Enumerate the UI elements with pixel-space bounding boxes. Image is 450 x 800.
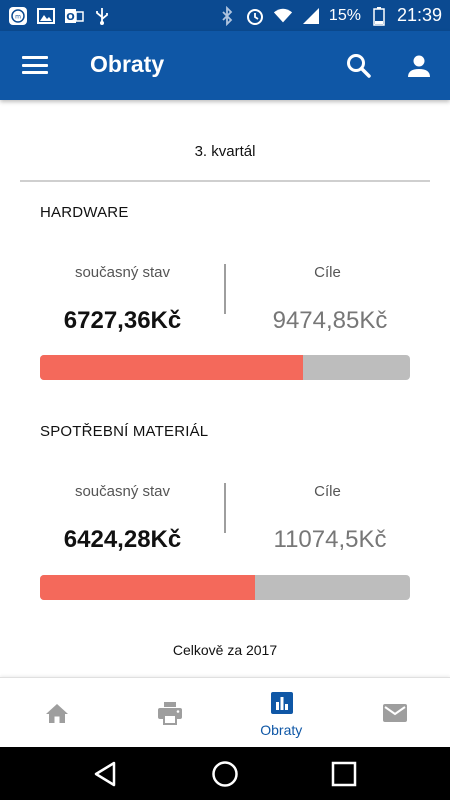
page-title: Obraty xyxy=(90,51,165,77)
outlook-icon: O xyxy=(64,6,84,26)
progress-fill xyxy=(40,355,303,380)
recent-apps-icon[interactable] xyxy=(330,760,358,788)
nav-item-mail[interactable] xyxy=(338,678,450,748)
system-navigation-bar xyxy=(0,747,450,800)
signal-icon xyxy=(301,6,321,26)
search-icon[interactable] xyxy=(344,51,374,81)
nav-label-obraty: Obraty xyxy=(260,722,303,738)
current-label: současný stav xyxy=(74,264,171,281)
battery-percentage: 15% xyxy=(328,6,361,24)
status-right: 15% 21:39 xyxy=(217,5,442,26)
menu-icon[interactable] xyxy=(22,53,48,77)
svg-text:O: O xyxy=(66,12,75,23)
mail-icon xyxy=(382,701,408,725)
status-left: m O xyxy=(8,6,112,26)
status-bar: m O 15% 21:39 xyxy=(0,0,450,31)
wifi-icon xyxy=(273,6,293,26)
gallery-icon xyxy=(36,6,56,26)
battery-icon xyxy=(369,6,389,26)
user-icon[interactable] xyxy=(404,51,434,81)
progress-bar xyxy=(40,355,410,380)
period-label: 3. kvartál xyxy=(194,143,256,160)
bar-chart-icon xyxy=(269,691,295,715)
alarm-icon xyxy=(245,6,265,26)
divider xyxy=(20,180,430,182)
progress-fill xyxy=(40,575,255,600)
nav-item-home[interactable] xyxy=(0,678,113,748)
bluetooth-icon xyxy=(217,5,237,26)
total-label: Celkově za 2017 xyxy=(172,642,278,658)
current-label: současný stav xyxy=(74,483,171,500)
home-button-icon[interactable] xyxy=(211,760,239,788)
home-icon xyxy=(44,701,70,725)
main-content: 3. kvartál HARDWARE současný stav Cíle 6… xyxy=(0,100,450,677)
progress-bar xyxy=(40,575,410,600)
svg-text:m: m xyxy=(15,13,21,20)
printer-icon xyxy=(157,701,183,725)
current-value: 6727,36Kč xyxy=(63,307,182,334)
app-notification-icon: m xyxy=(8,6,28,26)
target-value: 9474,85Kč xyxy=(272,307,388,334)
section-title: SPOTŘEBNÍ MATERIÁL xyxy=(40,423,209,440)
usb-icon xyxy=(92,6,112,26)
nav-item-print[interactable] xyxy=(113,678,226,748)
target-label: Cíle xyxy=(314,483,341,500)
clock: 21:39 xyxy=(396,5,442,25)
target-label: Cíle xyxy=(314,264,341,281)
bottom-navigation: Obraty xyxy=(0,677,450,747)
app-bar: Obraty xyxy=(0,31,450,100)
back-icon[interactable] xyxy=(92,760,120,788)
section-title: HARDWARE xyxy=(40,204,129,221)
target-value: 11074,5Kč xyxy=(273,526,387,553)
nav-item-obraty[interactable]: Obraty xyxy=(225,678,338,748)
current-value: 6424,28Kč xyxy=(63,526,182,553)
